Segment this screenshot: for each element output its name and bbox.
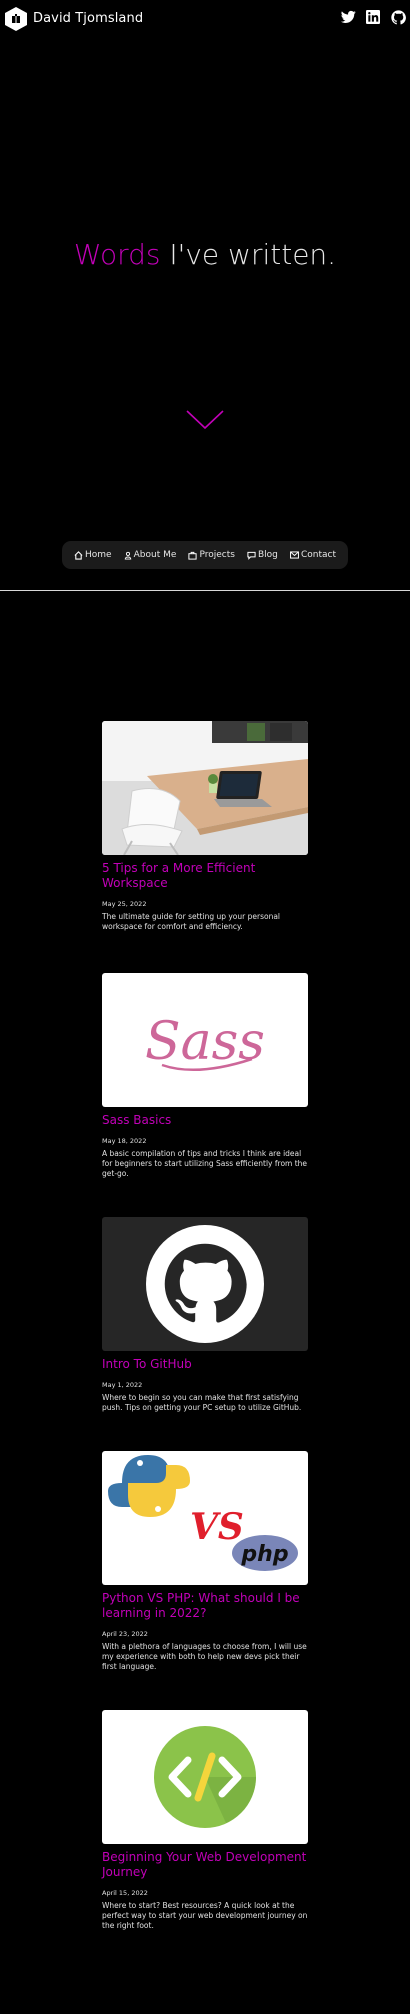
post-title[interactable]: Sass Basics [102,1113,308,1128]
twitter-icon[interactable] [341,10,356,24]
chat-icon [247,551,256,560]
blog-post-card: VS php Python VS PHP: What should I be l… [102,1451,308,1672]
main-nav: Home About Me Projects Blog Contact [62,541,348,569]
post-date: April 15, 2022 [102,1889,148,1897]
nav-item-home[interactable]: Home [74,550,112,560]
post-thumbnail-workspace[interactable] [102,721,308,855]
php-logo-text: php [240,1542,288,1567]
nav-label-about: About Me [133,550,177,560]
github-icon[interactable] [391,10,406,25]
blog-post-card: Beginning Your Web Development Journey A… [102,1710,308,1931]
vs-text: VS [190,1506,244,1548]
logo-icon[interactable] [3,6,29,32]
post-description: Where to start? Best resources? A quick … [102,1901,308,1930]
nav-item-contact[interactable]: Contact [289,550,336,560]
post-description: The ultimate guide for setting up your p… [102,912,281,931]
sass-logo-text: Sass [145,1012,265,1072]
person-icon [124,551,131,560]
post-title[interactable]: Beginning Your Web Development Journey [102,1850,308,1880]
hero-rest-text: I've written. [169,238,337,271]
nav-item-blog[interactable]: Blog [247,550,278,560]
nav-item-projects[interactable]: Projects [188,550,235,560]
hero-heading: Words I've written. [0,238,410,271]
post-date: May 18, 2022 [102,1137,147,1145]
home-icon [74,550,83,560]
hero-accent-word: Words [73,238,161,271]
section-divider [0,590,410,591]
post-date: April 23, 2022 [102,1630,148,1638]
post-description: A basic compilation of tips and tricks I… [102,1149,308,1178]
blog-post-card: 5 Tips for a More Efficient Workspace Ma… [102,721,308,932]
blog-post-card: Intro To GitHub May 1, 2022 Where to beg… [102,1217,308,1413]
nav-label-home: Home [85,550,112,560]
site-header: David Tjomsland [0,0,410,38]
post-date: May 25, 2022 [102,900,147,908]
post-thumbnail-python-vs-php[interactable]: VS php [102,1451,308,1585]
nav-item-about[interactable]: About Me [124,550,177,560]
post-title[interactable]: Intro To GitHub [102,1357,308,1372]
blog-post-card: Sass Sass Basics May 18, 2022 A basic co… [102,973,308,1179]
chevron-down-icon[interactable] [186,410,224,430]
post-thumbnail-github[interactable] [102,1217,308,1351]
post-description: With a plethora of languages to choose f… [102,1642,307,1671]
post-thumbnail-sass[interactable]: Sass [102,973,308,1107]
post-description: Where to begin so you can make that firs… [102,1393,302,1412]
brand-name[interactable]: David Tjomsland [33,11,143,26]
post-thumbnail-code[interactable] [102,1710,308,1844]
mail-icon [289,551,299,559]
nav-label-contact: Contact [300,550,336,560]
nav-label-blog: Blog [258,550,278,560]
nav-label-projects: Projects [199,550,235,560]
post-date: May 1, 2022 [102,1381,143,1389]
linkedin-icon[interactable] [366,10,380,24]
post-title[interactable]: Python VS PHP: What should I be learning… [102,1591,308,1621]
post-title[interactable]: 5 Tips for a More Efficient Workspace [102,861,308,891]
briefcase-icon [188,551,198,560]
